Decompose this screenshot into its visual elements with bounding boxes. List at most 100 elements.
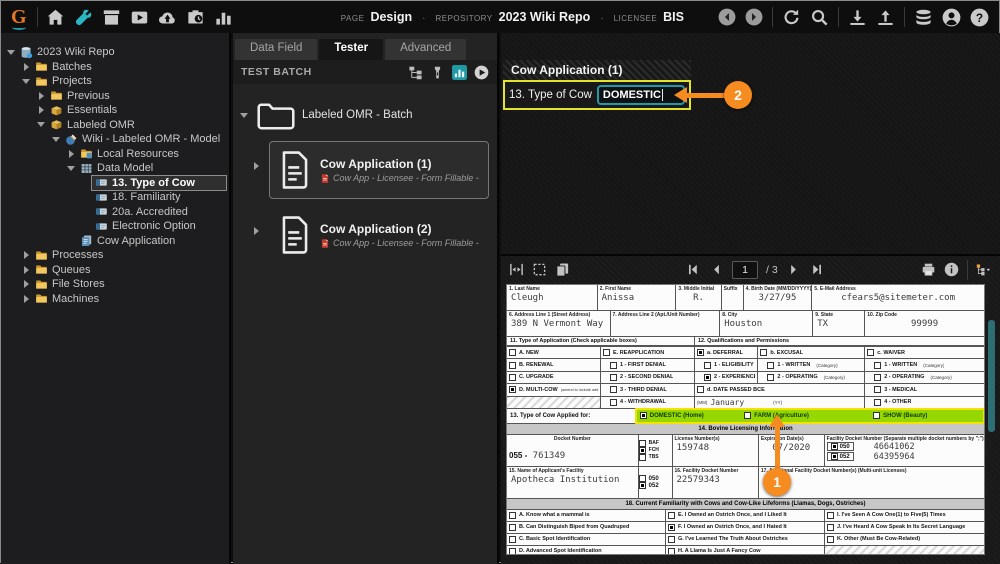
forward-icon[interactable]: [745, 8, 763, 26]
next-page-icon[interactable]: [786, 262, 801, 277]
sidebar-item-data-model[interactable]: Data Model: [1, 161, 229, 176]
tree-node[interactable]: 20a. Accredited: [92, 205, 226, 220]
marquee-icon[interactable]: [532, 262, 547, 277]
sidebar-item-labeled-omr[interactable]: Labeled OMR: [1, 118, 229, 133]
expander-closed-icon[interactable]: [35, 106, 47, 114]
upload-icon[interactable]: [876, 8, 895, 27]
info-icon[interactable]: [944, 262, 959, 277]
tree-node[interactable]: Machines: [32, 292, 226, 307]
tree-node[interactable]: Essentials: [47, 103, 226, 118]
user-icon[interactable]: [942, 8, 961, 27]
expander-open-icon[interactable]: [50, 137, 62, 142]
sidebar-item-queues[interactable]: Queues: [1, 263, 229, 278]
expander-open-icon[interactable]: [20, 79, 32, 84]
flashlight-icon[interactable]: [430, 65, 445, 80]
first-page-icon[interactable]: [686, 262, 701, 277]
tree-node[interactable]: Data Model: [77, 161, 226, 176]
home-icon[interactable]: [46, 8, 65, 27]
expander-closed-icon[interactable]: [250, 227, 262, 235]
sidebar-item-20a-accredited[interactable]: 20a. Accredited: [1, 205, 229, 220]
expander-open-icon[interactable]: [35, 122, 47, 127]
tree-node[interactable]: Batches: [32, 60, 226, 75]
sidebar-item-cow-application[interactable]: Cow Application: [1, 234, 229, 249]
result-field-input[interactable]: DOMESTIC: [597, 85, 685, 105]
media-icon[interactable]: [130, 8, 149, 27]
database-stack-icon[interactable]: [914, 8, 933, 27]
expander-open-icon[interactable]: [5, 50, 17, 55]
tree-node[interactable]: Local Resources: [77, 147, 226, 162]
sidebar-item-essentials[interactable]: Essentials: [1, 103, 229, 118]
last-page-icon[interactable]: [809, 262, 824, 277]
result-field-row[interactable]: 13. Type of Cow DOMESTIC: [503, 80, 691, 110]
print-icon[interactable]: [921, 262, 936, 277]
batch-document-cow-application-1[interactable]: Cow Application (1)Cow App - Licensee - …: [269, 141, 489, 199]
cloud-upload-icon[interactable]: [158, 8, 177, 27]
expander-closed-icon[interactable]: [250, 162, 262, 170]
page-number-input[interactable]: 1: [732, 261, 758, 279]
pages-icon[interactable]: [555, 262, 570, 277]
tree-node[interactable]: Previous: [47, 89, 226, 104]
expander-closed-icon[interactable]: [20, 280, 32, 288]
batch-tree-icon[interactable]: [408, 65, 423, 80]
sidebar-item-processes[interactable]: Processes: [1, 248, 229, 263]
form-check-item: 1 - WRITTEN(Category): [867, 362, 944, 369]
form-field-2-first-name: 2. First NameAnissa: [598, 285, 677, 310]
page-value[interactable]: Design: [370, 10, 412, 24]
expander-closed-icon[interactable]: [20, 63, 32, 71]
batch-document-cow-application-2[interactable]: Cow Application (2)Cow App - Licensee - …: [269, 206, 489, 264]
tools-icon[interactable]: [74, 8, 93, 27]
tab-advanced[interactable]: Advanced: [385, 39, 466, 60]
tree-node[interactable]: Projects: [32, 74, 226, 89]
expander-open-icon[interactable]: [65, 166, 77, 171]
expander-closed-icon[interactable]: [35, 92, 47, 100]
tree-node[interactable]: Cow Application: [77, 234, 226, 249]
sidebar-item-electronic-option[interactable]: Electronic Option: [1, 219, 229, 234]
expander-open[interactable]: [238, 113, 250, 118]
repository-value[interactable]: 2023 Wiki Repo: [499, 10, 591, 24]
batch-folder-row[interactable]: Labeled OMR - Batch: [233, 96, 497, 134]
sidebar-item-batches[interactable]: Batches: [1, 60, 229, 75]
selected-tree-node[interactable]: 13. Type of Cow: [92, 176, 226, 191]
tree-node[interactable]: 2023 Wiki Repo: [17, 45, 226, 60]
sidebar-item-file-stores[interactable]: File Stores: [1, 277, 229, 292]
search-icon[interactable]: [810, 8, 829, 27]
sidebar-item-projects[interactable]: Projects: [1, 74, 229, 89]
tab-data-field[interactable]: Data Field: [235, 39, 317, 60]
stats-toggle-icon[interactable]: [452, 65, 467, 80]
sidebar-item-local-resources[interactable]: Local Resources: [1, 147, 229, 162]
checkbox-unchecked: [509, 349, 516, 356]
tree-node[interactable]: Queues: [32, 263, 226, 278]
sidebar-item-2023-wiki-repo[interactable]: 2023 Wiki Repo: [1, 45, 229, 60]
previous-page-icon[interactable]: [709, 262, 724, 277]
expander-closed-icon[interactable]: [20, 295, 32, 303]
expander-closed-icon[interactable]: [65, 150, 77, 158]
help-icon[interactable]: ?: [970, 8, 989, 27]
sidebar-item-previous[interactable]: Previous: [1, 89, 229, 104]
sidebar-item-13-type-of-cow[interactable]: 13. Type of Cow: [1, 176, 229, 191]
tree-node[interactable]: 18. Familiarity: [92, 190, 226, 205]
play-icon[interactable]: [474, 65, 489, 80]
stats-icon[interactable]: [214, 8, 233, 27]
sidebar-item-wiki-labeled-omr-model[interactable]: Wiki - Labeled OMR - Model: [1, 132, 229, 147]
fit-width-icon[interactable]: [509, 262, 524, 277]
tree-node[interactable]: Wiki - Labeled OMR - Model: [62, 132, 226, 147]
tree-dropdown-icon[interactable]: [976, 262, 991, 277]
tree-node[interactable]: File Stores: [32, 277, 226, 292]
refresh-icon[interactable]: [782, 8, 801, 27]
viewer-scrollbar-thumb[interactable]: [988, 320, 995, 432]
section-14-body: Docket Number055 - 761349BAFFCHTBSLicens…: [507, 435, 984, 467]
tab-tester[interactable]: Tester: [319, 39, 383, 60]
expander-closed-icon[interactable]: [20, 251, 32, 259]
sidebar-item-machines[interactable]: Machines: [1, 292, 229, 307]
download-icon[interactable]: [848, 8, 867, 27]
scanned-document-page[interactable]: 1. Last NameCleugh2. First NameAnissa3. …: [506, 284, 985, 555]
licensee-value[interactable]: BIS: [663, 10, 684, 24]
tree-node[interactable]: Processes: [32, 248, 226, 263]
batches-icon[interactable]: [102, 8, 121, 27]
back-icon[interactable]: [718, 8, 736, 26]
tree-node[interactable]: Labeled OMR: [47, 118, 226, 133]
sidebar-item-18-familiarity[interactable]: 18. Familiarity: [1, 190, 229, 205]
expander-closed-icon[interactable]: [20, 266, 32, 274]
jobs-icon[interactable]: [186, 8, 205, 27]
tree-node[interactable]: Electronic Option: [92, 219, 226, 234]
